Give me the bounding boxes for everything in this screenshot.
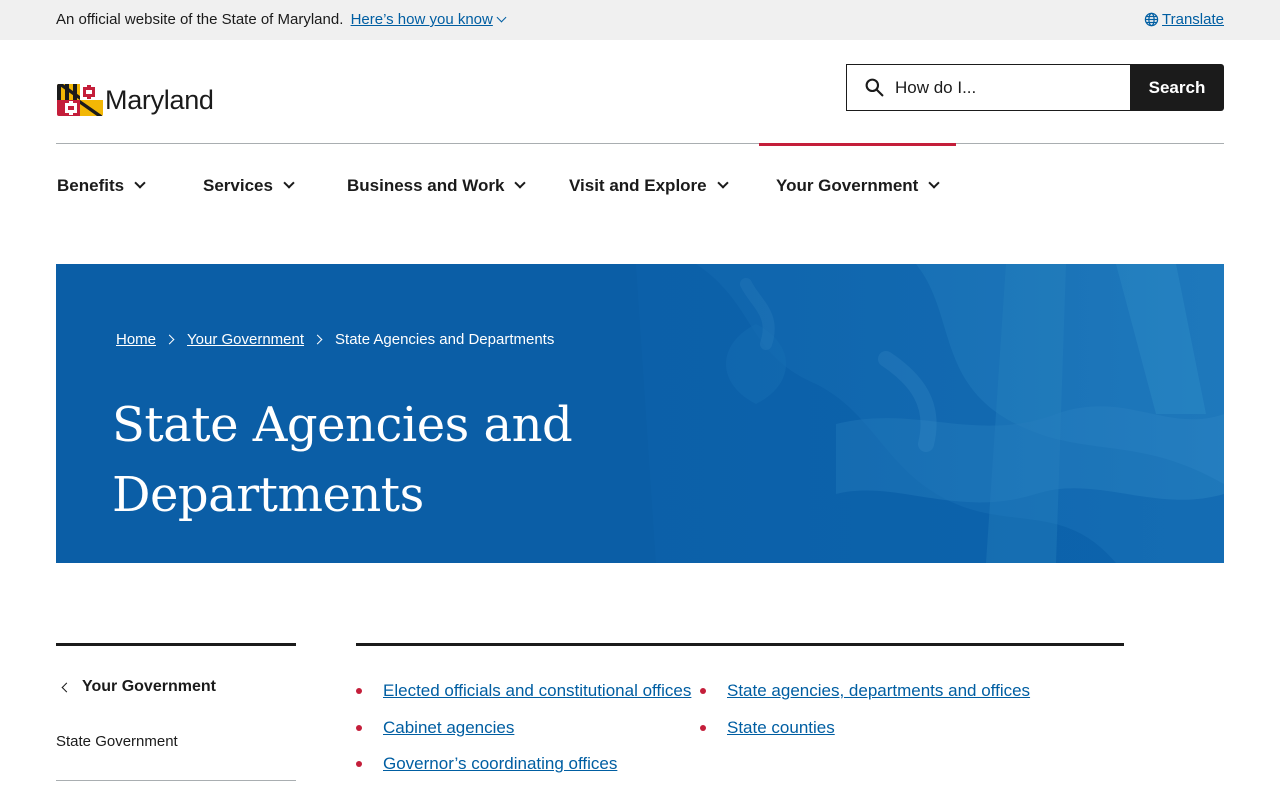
- nav-your-government[interactable]: Your Government: [776, 176, 940, 196]
- bullet-icon: [700, 688, 706, 694]
- translate-label: Translate: [1162, 11, 1224, 28]
- official-banner: An official website of the State of Mary…: [0, 0, 1280, 40]
- nav-services-label: Services: [203, 176, 273, 195]
- official-banner-text: An official website of the State of Mary…: [56, 11, 507, 28]
- list-item: Cabinet agencies: [356, 718, 514, 738]
- chevron-down-icon: [514, 177, 527, 189]
- search-icon: [865, 78, 884, 97]
- chevron-down-icon: [716, 177, 729, 189]
- bullet-icon: [356, 688, 362, 694]
- link-governors-offices[interactable]: Governor’s coordinating offices: [383, 754, 617, 774]
- chevron-right-icon: [312, 334, 323, 345]
- hero-banner: Home Your Government State Agencies and …: [56, 264, 1224, 563]
- chevron-down-icon: [928, 177, 940, 189]
- nav-business-label: Business and Work: [347, 176, 505, 195]
- breadcrumb-your-government[interactable]: Your Government: [187, 331, 304, 348]
- sidenav-divider: [56, 780, 296, 781]
- nav-visit-and-explore[interactable]: Visit and Explore: [569, 176, 729, 196]
- search-input[interactable]: [895, 65, 1125, 110]
- breadcrumb: Home Your Government State Agencies and …: [116, 331, 554, 348]
- how-you-know-label: Here’s how you know: [350, 11, 493, 28]
- chevron-right-icon: [164, 334, 175, 345]
- bullet-icon: [356, 725, 362, 731]
- nav-services[interactable]: Services: [203, 176, 295, 196]
- link-state-agencies[interactable]: State agencies, departments and offices: [727, 681, 1030, 701]
- bullet-icon: [700, 725, 706, 731]
- nav-benefits-label: Benefits: [57, 176, 125, 195]
- search-button[interactable]: Search: [1130, 64, 1224, 111]
- logo-wordmark: Maryland: [105, 84, 214, 115]
- page-title: State Agencies and Departments: [112, 397, 573, 523]
- link-cabinet-agencies[interactable]: Cabinet agencies: [383, 718, 514, 738]
- nav-visit-label: Visit and Explore: [569, 176, 707, 195]
- breadcrumb-current: State Agencies and Departments: [335, 331, 555, 348]
- maryland-logo[interactable]: Maryland: [57, 79, 214, 119]
- list-item: Governor’s coordinating offices: [356, 754, 617, 774]
- chevron-down-icon: [134, 177, 146, 189]
- breadcrumb-home[interactable]: Home: [116, 331, 156, 348]
- nav-business-and-work[interactable]: Business and Work: [347, 176, 527, 196]
- sidenav-back-label: Your Government: [82, 678, 216, 695]
- sidenav-top-rule: [56, 643, 296, 646]
- link-state-counties[interactable]: State counties: [727, 718, 835, 738]
- nav-active-indicator: [759, 143, 956, 146]
- chevron-down-icon: [496, 12, 507, 23]
- sidenav-back-link[interactable]: Your Government: [60, 678, 216, 696]
- nav-government-label: Your Government: [776, 176, 919, 195]
- nav-benefits[interactable]: Benefits: [57, 176, 146, 196]
- list-item: Elected officials and constitutional off…: [356, 681, 691, 701]
- globe-icon: [1144, 12, 1159, 27]
- official-notice: An official website of the State of Mary…: [56, 11, 344, 28]
- search-field: [846, 64, 1132, 111]
- link-elected-officials[interactable]: Elected officials and constitutional off…: [383, 681, 691, 701]
- translate-link[interactable]: Translate: [1144, 11, 1224, 28]
- content-top-rule: [356, 643, 1124, 646]
- bullet-icon: [356, 761, 362, 767]
- list-item: State agencies, departments and offices: [700, 681, 1030, 701]
- sidenav-item-state-government[interactable]: State Government: [56, 733, 178, 750]
- chevron-left-icon: [61, 682, 72, 692]
- how-you-know-link[interactable]: Here’s how you know: [350, 11, 507, 28]
- chevron-down-icon: [283, 177, 295, 189]
- list-item: State counties: [700, 718, 835, 738]
- maryland-flag-icon: [57, 84, 103, 116]
- header-divider: [56, 143, 1224, 144]
